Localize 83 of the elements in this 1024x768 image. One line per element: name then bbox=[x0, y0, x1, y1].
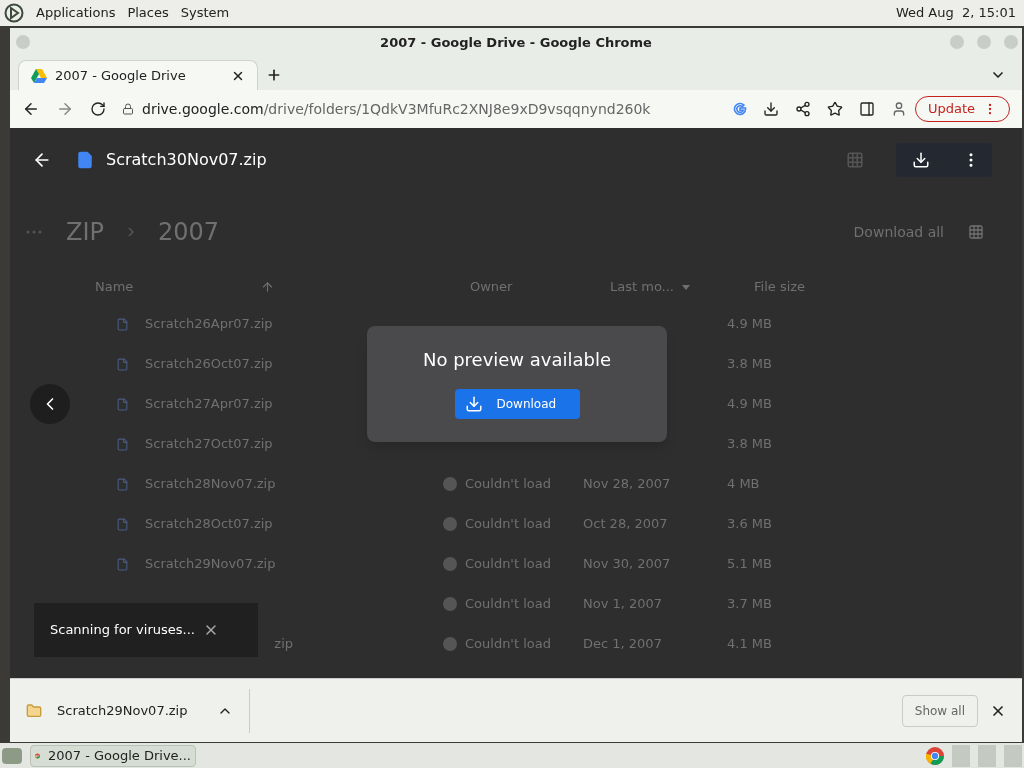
file-name[interactable]: Scratch28Nov07.zip bbox=[145, 474, 276, 494]
window-title: 2007 - Google Drive - Google Chrome bbox=[380, 34, 652, 53]
reload-icon[interactable] bbox=[90, 101, 106, 117]
file-name[interactable]: Scratch27Oct07.zip bbox=[145, 434, 273, 454]
modified-cell: Nov 1, 2007 bbox=[583, 596, 663, 612]
size-cell-text: 4.9 MB bbox=[727, 395, 772, 414]
toast-message: Scanning for viruses... bbox=[50, 621, 195, 640]
distro-logo-icon bbox=[4, 3, 24, 23]
owner-avatar-icon bbox=[443, 517, 457, 531]
browser-logo-icon bbox=[926, 746, 944, 765]
modified-cell: Nov 30, 2007 bbox=[583, 556, 671, 572]
size-cell-text: 3.8 MB bbox=[727, 435, 772, 454]
size-cell-text: 4.9 MB bbox=[727, 315, 772, 334]
owner-cell-text: Couldn't load bbox=[465, 515, 551, 534]
zip-file-icon bbox=[26, 702, 42, 719]
breadcrumb-item[interactable]: ZIP bbox=[66, 214, 104, 250]
owner-avatar-icon bbox=[443, 637, 457, 651]
owner-avatar-icon bbox=[443, 477, 457, 491]
file-name[interactable]: Scratch27Apr07.zip bbox=[145, 394, 273, 414]
owner-cell-text: Couldn't load bbox=[465, 635, 551, 654]
owner-cell-text: Couldn't load bbox=[465, 555, 551, 574]
forward-icon[interactable] bbox=[56, 100, 74, 118]
file-name[interactable]: Scratch28Oct07.zip bbox=[145, 514, 273, 534]
dialog-message: No preview available bbox=[422, 348, 612, 372]
file-icon bbox=[116, 437, 129, 451]
size-cell-text: 3.8 MB bbox=[727, 355, 772, 374]
lock-icon bbox=[122, 103, 134, 115]
file-icon bbox=[116, 317, 129, 331]
url-text: drive.google.com/drive/folders/1QdkV3MfuRc2XNJ8e9xD9vsqqnynd260k bbox=[142, 99, 651, 119]
owner-cell-text: Couldn't load bbox=[465, 595, 551, 614]
file-icon bbox=[116, 397, 129, 411]
breadcrumb-item[interactable]: 2007 bbox=[158, 214, 220, 250]
show-all-button[interactable]: Show all bbox=[901, 694, 978, 727]
browser-tab[interactable]: 2007 - Google Drive bbox=[18, 60, 258, 90]
column-header[interactable]: Owner bbox=[470, 277, 610, 297]
address-bar[interactable]: drive.google.com/drive/folders/1QdkV3MfuRc2XNJ8e9xD9vsqqnynd260k bbox=[122, 94, 717, 124]
download-file-name[interactable]: Scratch29Nov07.zip bbox=[57, 700, 217, 721]
size-cell-text: 3.7 MB bbox=[727, 595, 772, 614]
taskbar-label: 2007 - Google Drive... bbox=[47, 746, 191, 765]
grid-view-icon[interactable] bbox=[968, 224, 984, 240]
column-header[interactable]: Name bbox=[95, 277, 170, 297]
owner-avatar-icon bbox=[443, 557, 457, 571]
modified-cell: Nov 28, 2007 bbox=[583, 476, 671, 492]
file-name[interactable]: Scratch26Oct07.zip bbox=[145, 354, 273, 374]
download-all-link[interactable]: Download all bbox=[853, 221, 944, 243]
modified-cell: Oct 28, 2007 bbox=[583, 516, 668, 532]
file-icon bbox=[116, 517, 129, 531]
size-cell-text: 4.1 MB bbox=[727, 635, 772, 654]
viewer-file-name: Scratch30Nov07.zip bbox=[106, 149, 267, 171]
file-icon bbox=[76, 151, 94, 169]
panel-menu[interactable]: Applications bbox=[36, 3, 116, 23]
side-panel-icon[interactable] bbox=[858, 101, 875, 117]
file-name[interactable]: zip bbox=[274, 634, 293, 654]
download-icon[interactable] bbox=[912, 151, 930, 169]
panel-menu[interactable]: System bbox=[180, 3, 230, 23]
column-header[interactable]: Last mo... bbox=[610, 277, 674, 297]
tab-title: 2007 - Google Drive bbox=[55, 66, 187, 85]
breadcrumb-chevron-icon bbox=[128, 227, 134, 237]
file-icon bbox=[116, 557, 129, 571]
modified-cell: Dec 1, 2007 bbox=[583, 636, 662, 652]
download-icon bbox=[464, 395, 483, 413]
owner-cell-text: Couldn't load bbox=[465, 475, 551, 494]
drive-logo-icon bbox=[31, 68, 47, 83]
panel-clock: Wed Aug 2, 15:01 bbox=[895, 4, 1017, 23]
file-name[interactable]: Scratch26Apr07.zip bbox=[145, 314, 273, 334]
share-icon[interactable] bbox=[794, 101, 811, 117]
column-header[interactable]: File size bbox=[754, 277, 806, 297]
new-tab-icon[interactable] bbox=[266, 67, 282, 83]
file-icon bbox=[116, 357, 129, 371]
size-cell-text: 4 MB bbox=[727, 475, 760, 494]
size-cell-text: 3.6 MB bbox=[727, 515, 772, 534]
taskbar-item[interactable]: 2007 - Google Drive... bbox=[30, 744, 196, 767]
sort-down-icon[interactable] bbox=[682, 284, 690, 290]
owner-avatar-icon bbox=[443, 597, 457, 611]
back-icon[interactable] bbox=[22, 100, 40, 118]
install-icon[interactable] bbox=[762, 101, 779, 117]
file-icon bbox=[116, 477, 129, 491]
panel-menu[interactable]: Places bbox=[127, 3, 169, 23]
download-button[interactable]: Download bbox=[454, 389, 580, 419]
size-cell-text: 5.1 MB bbox=[727, 555, 772, 574]
bookmark-star-icon[interactable] bbox=[826, 101, 843, 117]
google-icon[interactable] bbox=[732, 102, 747, 116]
file-name[interactable]: Scratch29Nov07.zip bbox=[145, 554, 276, 574]
